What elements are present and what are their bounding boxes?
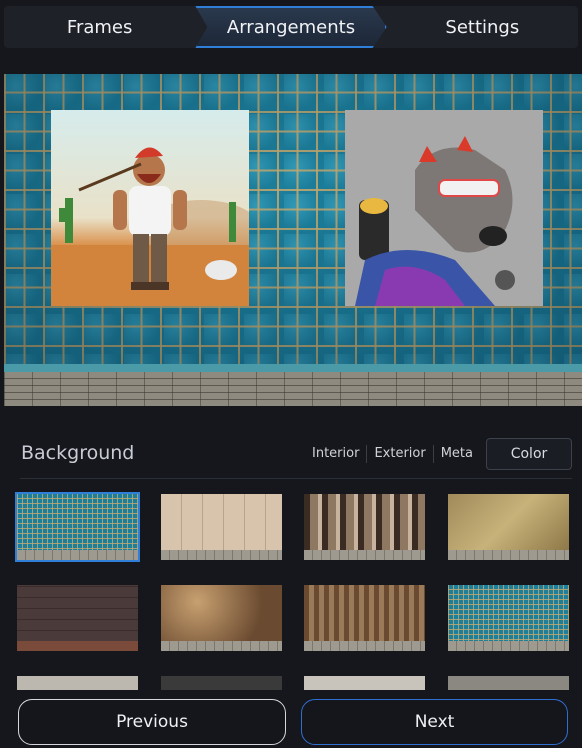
bg-thumb-gold-marble[interactable] — [448, 494, 569, 560]
artwork-dog[interactable] — [345, 110, 543, 306]
bg-thumb-barn-wood[interactable] — [304, 585, 425, 651]
bg-thumb-teal-tiles-2[interactable] — [448, 585, 569, 651]
stone-floor — [4, 372, 582, 406]
tab-bar: Frames Arrangements Settings — [4, 6, 578, 48]
next-button[interactable]: Next — [301, 699, 568, 745]
background-title: Background — [21, 442, 135, 464]
filter-meta[interactable]: Meta — [434, 445, 480, 463]
filter-interior[interactable]: Interior — [305, 445, 368, 463]
background-header: Background Interior Exterior Meta Color — [20, 438, 572, 472]
bg-thumb-striped-wood[interactable] — [304, 494, 425, 560]
bg-thumb-row3-1[interactable] — [17, 676, 138, 690]
bg-thumb-dark-brick[interactable] — [17, 585, 138, 651]
divider — [20, 478, 572, 479]
previous-button[interactable]: Previous — [18, 699, 286, 745]
wall-ledge — [4, 364, 582, 372]
tab-arrangements[interactable]: Arrangements — [195, 6, 386, 48]
bg-thumb-teal-tiles[interactable] — [15, 492, 140, 562]
background-filters: Interior Exterior Meta Color — [305, 438, 572, 470]
filter-exterior[interactable]: Exterior — [367, 445, 434, 463]
bg-thumb-row3-2[interactable] — [161, 676, 282, 690]
bg-thumb-row3-4[interactable] — [448, 676, 569, 690]
tab-settings[interactable]: Settings — [387, 6, 578, 48]
bg-thumb-row3-3[interactable] — [304, 676, 425, 690]
artwork-archer[interactable] — [51, 110, 249, 306]
color-button[interactable]: Color — [486, 438, 572, 470]
bg-thumb-warm-wood[interactable] — [161, 585, 282, 651]
gallery-preview — [4, 74, 582, 406]
tab-frames[interactable]: Frames — [4, 6, 195, 48]
bg-thumb-light-wood[interactable] — [161, 494, 282, 560]
